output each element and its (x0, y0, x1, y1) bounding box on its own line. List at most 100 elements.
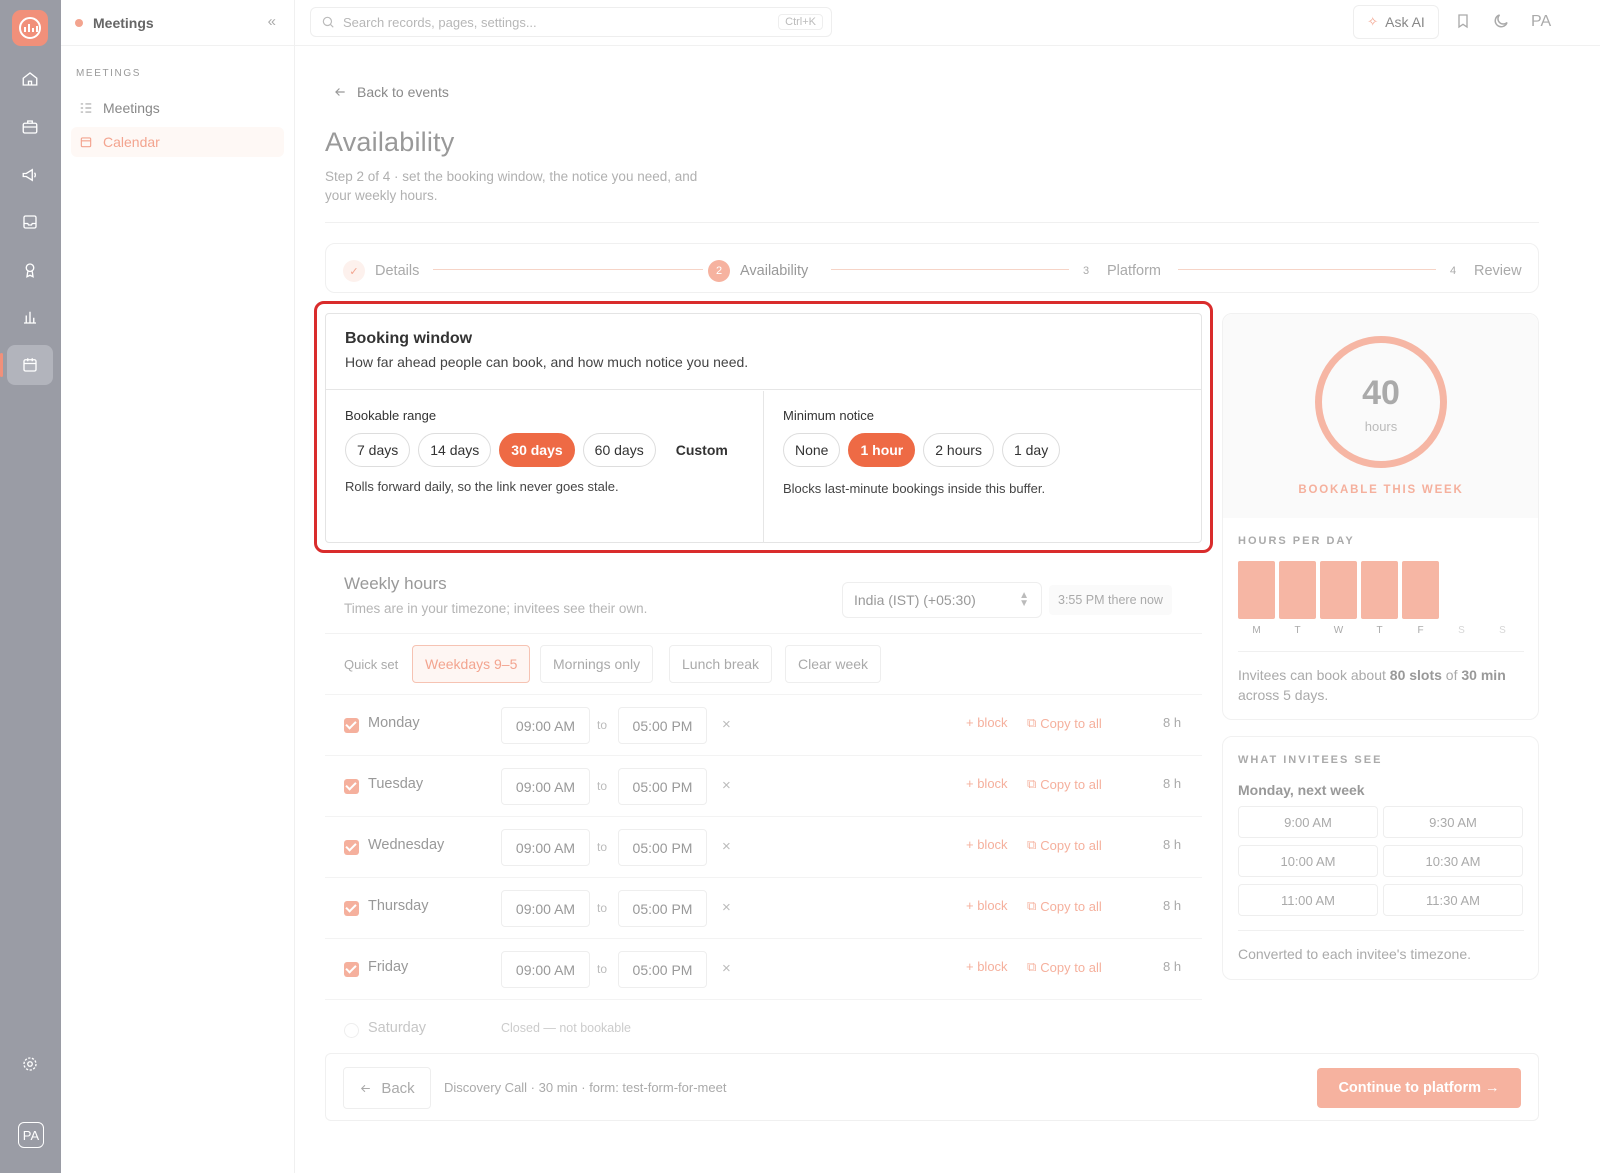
search-placeholder: Search records, pages, settings... (343, 14, 537, 30)
hours-bar (1361, 561, 1398, 619)
search-shortcut-hint: Ctrl+K (778, 14, 823, 30)
user-avatar[interactable]: PA (1531, 13, 1551, 31)
time-slot[interactable]: 9:00 AM (1238, 806, 1378, 838)
award-icon[interactable] (7, 250, 53, 290)
day-name: Saturday (368, 1020, 427, 1036)
hours-bar-label: W (1333, 625, 1344, 636)
back-button-label: Back (381, 1079, 415, 1097)
collapse-sidebar-icon[interactable]: « (268, 13, 276, 30)
day-row-tuesday: Tuesday 09:00 AM to 05:00 PM × + block ⧉… (325, 755, 1202, 816)
copy-to-all-label: Copy to all (1040, 715, 1102, 731)
add-block-button[interactable]: + block (966, 959, 1008, 974)
calendar-icon (80, 137, 92, 148)
calendar-icon[interactable] (0, 345, 53, 385)
slots-note-middle: of (1441, 667, 1462, 683)
megaphone-icon[interactable] (7, 155, 53, 195)
remove-block-icon[interactable]: × (722, 960, 731, 977)
app-rail: PA (0, 0, 61, 1173)
moon-icon[interactable] (1492, 12, 1510, 35)
to-label: to (597, 779, 608, 793)
quick-set-clear-week[interactable]: Clear week (785, 645, 882, 683)
end-time-input[interactable]: 05:00 PM (618, 707, 707, 744)
quick-set-weekdays[interactable]: Weekdays 9–5 (412, 645, 531, 683)
app-logo[interactable] (12, 10, 48, 46)
global-search-input[interactable]: Search records, pages, settings... Ctrl+… (310, 7, 832, 37)
day-checkbox[interactable] (344, 962, 359, 977)
remove-block-icon[interactable]: × (722, 777, 731, 794)
remove-block-icon[interactable]: × (722, 838, 731, 855)
end-time-input[interactable]: 05:00 PM (618, 890, 707, 927)
arrow-left-icon (335, 88, 345, 96)
copy-to-all-button[interactable]: ⧉ Copy to all (1027, 898, 1102, 914)
time-slot[interactable]: 11:00 AM (1238, 884, 1378, 916)
day-checkbox[interactable] (344, 901, 359, 916)
add-block-button[interactable]: + block (966, 715, 1008, 730)
start-time-input[interactable]: 09:00 AM (501, 707, 590, 744)
day-checkbox[interactable] (344, 718, 359, 733)
bookable-hours-value: 40 (1362, 374, 1400, 412)
step-label: Review (1474, 263, 1522, 279)
weekly-hours-subtitle: Times are in your timezone; invitees see… (344, 601, 648, 616)
end-time-input[interactable]: 05:00 PM (618, 768, 707, 805)
step-number: 2 (708, 260, 730, 282)
rail-avatar[interactable]: PA (18, 1122, 44, 1148)
back-link-label: Back to events (357, 84, 449, 100)
copy-to-all-button[interactable]: ⧉ Copy to all (1027, 776, 1102, 792)
start-time-input[interactable]: 09:00 AM (501, 890, 590, 927)
copy-to-all-label: Copy to all (1040, 898, 1102, 914)
time-slot[interactable]: 11:30 AM (1383, 884, 1523, 916)
remove-block-icon[interactable]: × (722, 716, 731, 733)
start-time-input[interactable]: 09:00 AM (501, 951, 590, 988)
add-block-button[interactable]: + block (966, 837, 1008, 852)
quick-set-mornings[interactable]: Mornings only (540, 645, 654, 683)
invitee-preview-panel: WHAT INVITEES SEE Monday, next week 9:00… (1222, 736, 1539, 980)
step-platform[interactable]: 3 Platform (1075, 260, 1161, 282)
time-slot[interactable]: 10:00 AM (1238, 845, 1378, 877)
step-review[interactable]: 4 Review (1442, 260, 1522, 282)
inbox-icon[interactable] (7, 202, 53, 242)
copy-to-all-button[interactable]: ⧉ Copy to all (1027, 959, 1102, 975)
back-button[interactable]: Back (343, 1067, 431, 1109)
settings-gear-icon[interactable] (7, 1044, 53, 1084)
day-row-saturday: Saturday Closed — not bookable (325, 999, 1202, 1060)
back-to-events-link[interactable]: Back to events (333, 84, 449, 100)
copy-to-all-label: Copy to all (1040, 959, 1102, 975)
sidebar-item-calendar[interactable]: Calendar (71, 127, 284, 157)
remove-block-icon[interactable]: × (722, 899, 731, 916)
add-block-button[interactable]: + block (966, 898, 1008, 913)
slots-count: 80 slots (1389, 667, 1442, 683)
day-checkbox[interactable] (344, 840, 359, 855)
hours-bar-label: M (1252, 625, 1261, 636)
sidebar-item-meetings[interactable]: Meetings (71, 93, 284, 123)
ask-ai-button[interactable]: ✧ Ask AI (1353, 5, 1439, 39)
copy-to-all-label: Copy to all (1040, 776, 1102, 792)
end-time-input[interactable]: 05:00 PM (618, 951, 707, 988)
time-slot[interactable]: 10:30 AM (1383, 845, 1523, 877)
time-slot[interactable]: 9:30 AM (1383, 806, 1523, 838)
bar-chart-icon[interactable] (7, 297, 53, 337)
copy-to-all-button[interactable]: ⧉ Copy to all (1027, 837, 1102, 853)
quick-set-lunch-break[interactable]: Lunch break (669, 645, 773, 683)
start-time-input[interactable]: 09:00 AM (501, 768, 590, 805)
continue-to-platform-button[interactable]: Continue to platform → (1317, 1068, 1521, 1108)
briefcase-icon[interactable] (7, 107, 53, 147)
day-checkbox[interactable] (344, 779, 359, 794)
page-subtitle: Step 2 of 4 · set the booking window, th… (325, 169, 698, 203)
copy-to-all-button[interactable]: ⧉ Copy to all (1027, 715, 1102, 731)
bookmark-icon[interactable] (1455, 12, 1471, 35)
step-connector (433, 269, 703, 270)
timezone-select[interactable]: India (IST) (+05:30) ▲ ▼ (842, 582, 1042, 618)
end-time-input[interactable]: 05:00 PM (618, 829, 707, 866)
day-checkbox[interactable] (344, 1023, 359, 1038)
step-details[interactable]: ✓ Details (343, 260, 419, 282)
local-time-badge: 3:55 PM there now (1049, 585, 1172, 615)
hours-bar-label: T (1294, 625, 1301, 636)
home-icon[interactable] (7, 59, 53, 99)
start-time-input[interactable]: 09:00 AM (501, 829, 590, 866)
ask-ai-label: Ask AI (1385, 14, 1425, 30)
sidebar-section-label: MEETINGS (76, 68, 142, 79)
step-availability[interactable]: 2 Availability (708, 260, 808, 282)
add-block-button[interactable]: + block (966, 776, 1008, 791)
to-label: to (597, 718, 608, 732)
timezone-value: India (IST) (+05:30) (854, 592, 976, 608)
